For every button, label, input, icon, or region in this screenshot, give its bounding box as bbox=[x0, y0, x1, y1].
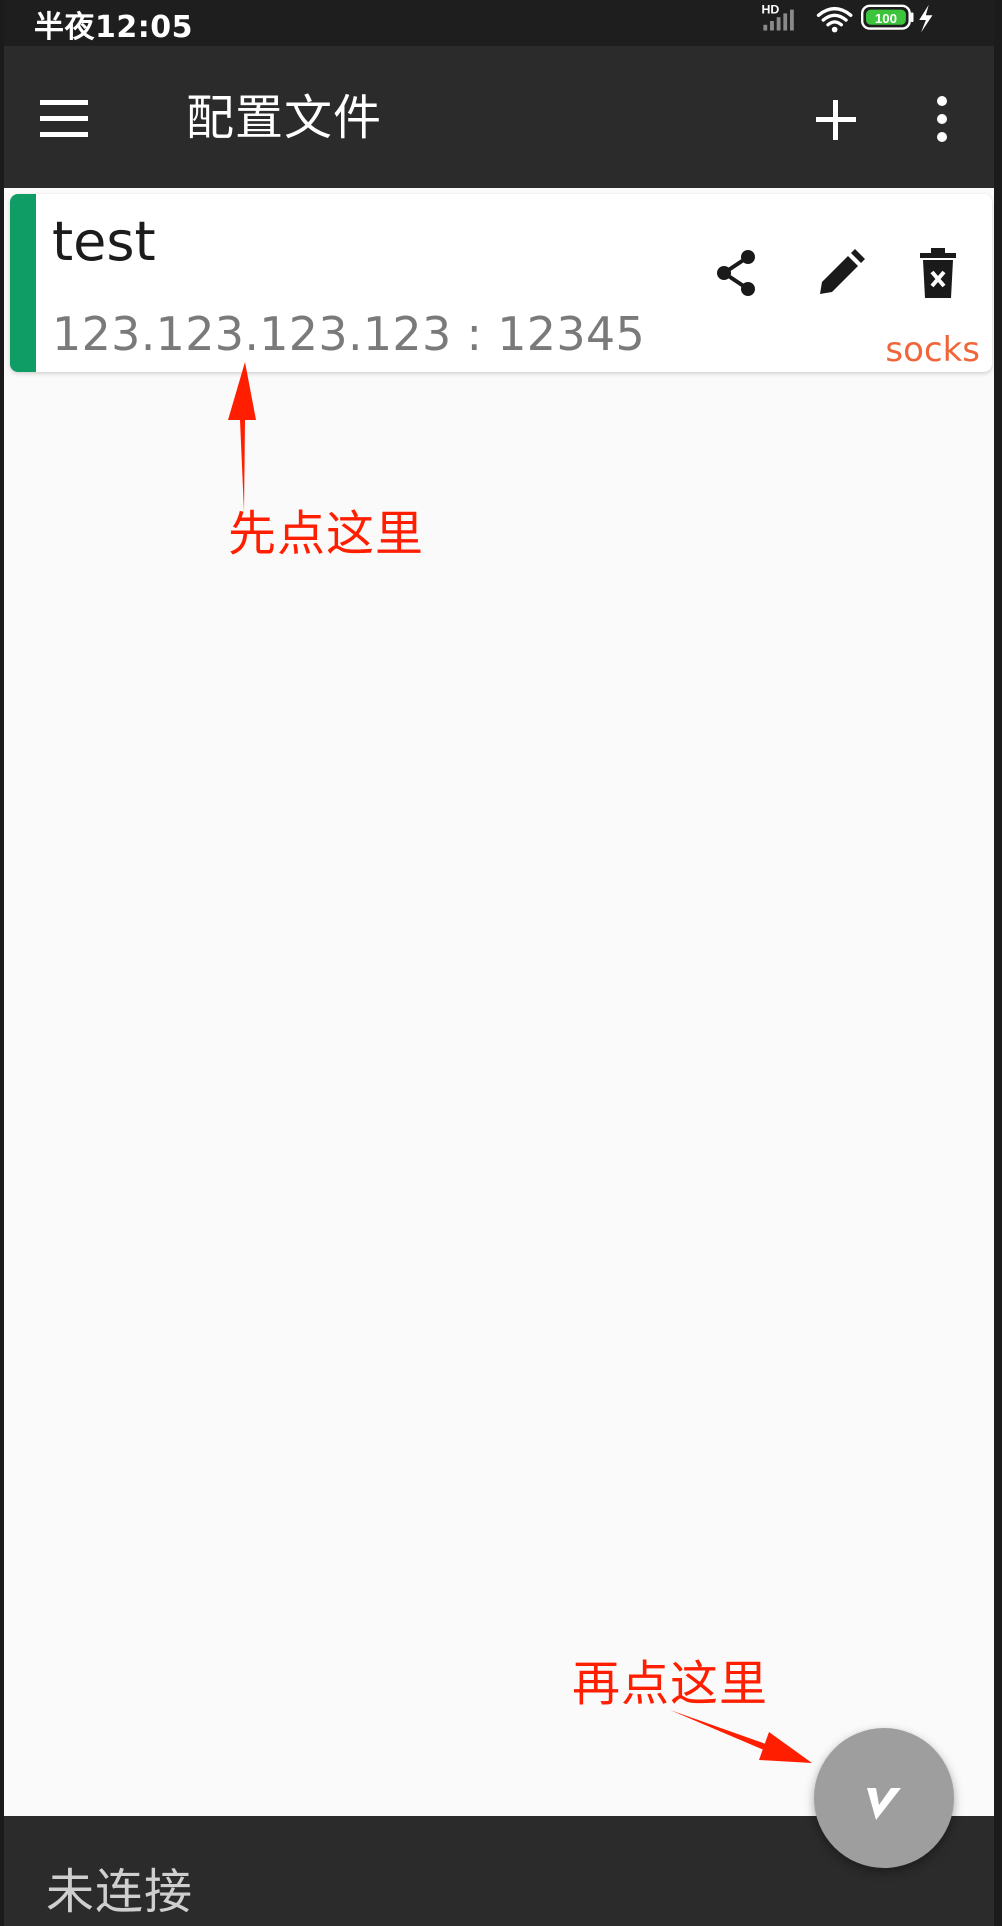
connection-status-text: 未连接 bbox=[46, 1864, 194, 1920]
v-logo-icon bbox=[867, 1788, 901, 1820]
annotation-arrows bbox=[228, 362, 812, 1763]
connect-fab-button[interactable] bbox=[814, 1728, 954, 1868]
arrow-to-connect-icon bbox=[670, 1710, 812, 1763]
app-frame: 半夜12:05 HD 100 配置文件 test 123.123.123.123… bbox=[4, 0, 994, 1926]
arrow-to-profile-icon bbox=[228, 362, 256, 512]
